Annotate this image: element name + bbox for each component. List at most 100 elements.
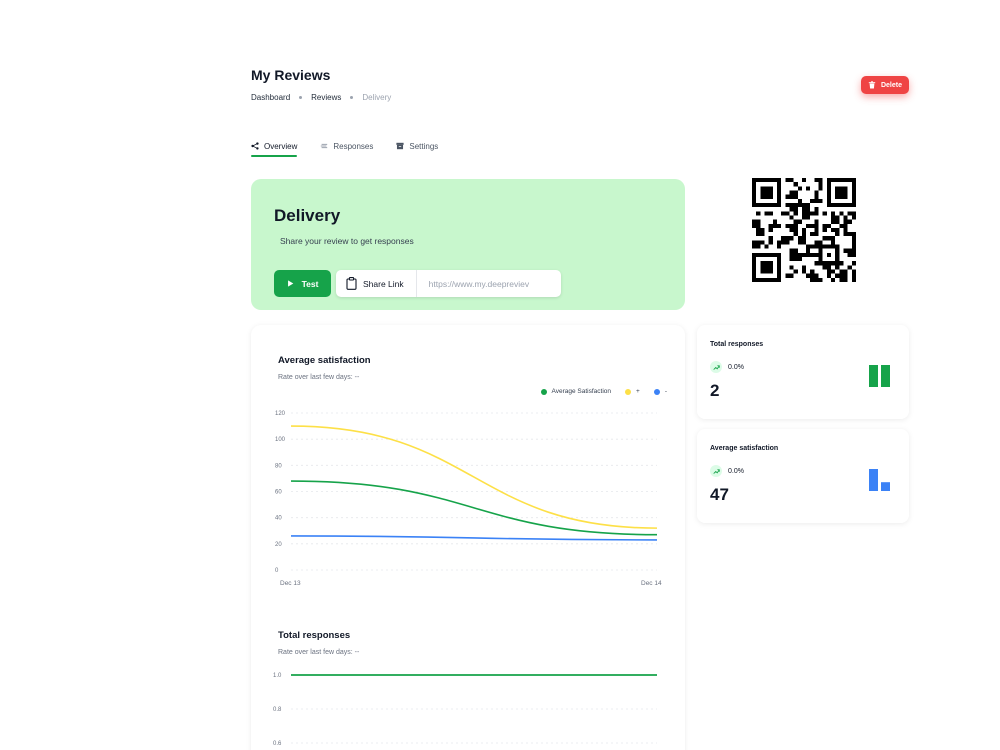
qr-module — [785, 178, 790, 183]
test-button-label: Test — [301, 278, 319, 289]
qr-module — [797, 240, 802, 245]
stat-value: 2 — [710, 381, 720, 400]
qr-module — [789, 236, 794, 241]
test-button[interactable]: Test — [274, 270, 331, 297]
qr-module — [847, 248, 852, 253]
qr-module — [789, 223, 794, 228]
qr-module — [801, 265, 807, 270]
qr-module — [835, 219, 840, 224]
y-tick-label: 0 — [275, 568, 279, 574]
qr-module — [831, 236, 836, 241]
qr-module — [785, 223, 790, 228]
qr-module — [831, 277, 836, 282]
qr-module — [806, 273, 811, 278]
qr-module — [776, 244, 782, 249]
qr-module — [785, 211, 790, 216]
delete-button[interactable]: Delete — [861, 76, 909, 94]
stat-trend: 0.0% — [710, 361, 744, 373]
review-hero-card: Delivery Share your review to get respon… — [251, 179, 685, 310]
qr-module — [822, 265, 827, 270]
qr-module — [793, 257, 798, 262]
qr-module — [810, 223, 815, 228]
qr-module — [768, 236, 773, 241]
qr-module — [814, 194, 819, 199]
page-title: My Reviews — [251, 67, 331, 83]
stat-label: Average satisfaction — [710, 445, 779, 452]
qr-module — [772, 223, 777, 228]
clipboard-icon — [346, 277, 357, 290]
x-tick-label: Dec 14 — [641, 580, 662, 587]
qr-module — [797, 252, 802, 258]
qr-module — [843, 227, 848, 233]
qr-module — [835, 273, 840, 278]
qr-module — [826, 265, 832, 270]
qr-module — [814, 232, 819, 237]
qr-module — [806, 211, 811, 216]
share-url-field[interactable]: https://www.my.deepreviev — [417, 279, 547, 289]
mini-bar — [869, 365, 878, 387]
tab-overview[interactable]: Overview — [251, 136, 298, 157]
y-tick-label: 120 — [275, 411, 286, 417]
qr-module — [814, 211, 819, 216]
qr-module — [835, 215, 840, 220]
qr-module — [752, 244, 757, 249]
share-nodes-icon — [251, 142, 259, 150]
qr-module — [793, 232, 798, 237]
breadcrumb-separator — [350, 96, 354, 99]
review-title: Delivery — [274, 206, 341, 225]
qr-module — [801, 227, 807, 233]
qr-module — [839, 261, 844, 266]
qr-module — [822, 223, 827, 228]
breadcrumb-item-reviews[interactable]: Reviews — [311, 93, 341, 102]
mini-bar — [881, 482, 890, 491]
qr-module — [814, 244, 819, 249]
qr-module — [781, 211, 786, 216]
list-icon — [321, 143, 328, 149]
qr-finder — [760, 186, 773, 199]
qr-module — [843, 219, 848, 224]
delete-button-label: Delete — [880, 81, 902, 89]
tab-settings[interactable]: Settings — [396, 136, 438, 156]
qr-module — [851, 244, 856, 249]
qr-module — [851, 232, 856, 237]
qr-module — [826, 269, 832, 274]
qr-module — [752, 219, 757, 224]
qr-module — [843, 232, 848, 237]
qr-module — [806, 207, 811, 212]
qr-module — [756, 227, 761, 233]
breadcrumb-item-current: Delivery — [362, 93, 392, 102]
breadcrumb-item-dashboard[interactable]: Dashboard — [251, 93, 290, 102]
qr-module — [847, 252, 852, 258]
share-link-button[interactable]: Share Link — [336, 270, 417, 297]
qr-module — [818, 277, 823, 282]
qr-module — [806, 223, 811, 228]
x-tick-label: Dec 13 — [280, 580, 301, 587]
qr-module — [789, 265, 794, 270]
qr-module — [847, 265, 852, 270]
qr-module — [793, 269, 798, 274]
qr-module — [818, 186, 823, 191]
stat-trend-value: 0.0% — [728, 467, 744, 475]
qr-module — [768, 227, 773, 233]
qr-module — [831, 219, 836, 224]
qr-module — [851, 236, 856, 241]
y-tick-label: 20 — [275, 542, 282, 548]
qr-module — [839, 269, 844, 274]
qr-module — [752, 240, 757, 245]
qr-module — [768, 240, 773, 245]
qr-module — [843, 248, 848, 253]
qr-module — [797, 236, 802, 241]
y-tick-label: 80 — [275, 463, 282, 469]
stat-trend: 0.0% — [710, 465, 744, 477]
y-tick-label: 1.0 — [273, 673, 282, 679]
y-tick-label: 0.8 — [273, 707, 282, 713]
trend-up-icon — [710, 361, 722, 373]
tab-label: Settings — [409, 141, 439, 151]
qr-finder — [835, 186, 848, 199]
qr-module — [789, 257, 794, 262]
tab-responses[interactable]: Responses — [320, 136, 373, 156]
trend-up-icon — [710, 465, 722, 477]
qr-module — [785, 202, 790, 208]
qr-module — [797, 219, 802, 224]
qr-module — [801, 211, 807, 216]
